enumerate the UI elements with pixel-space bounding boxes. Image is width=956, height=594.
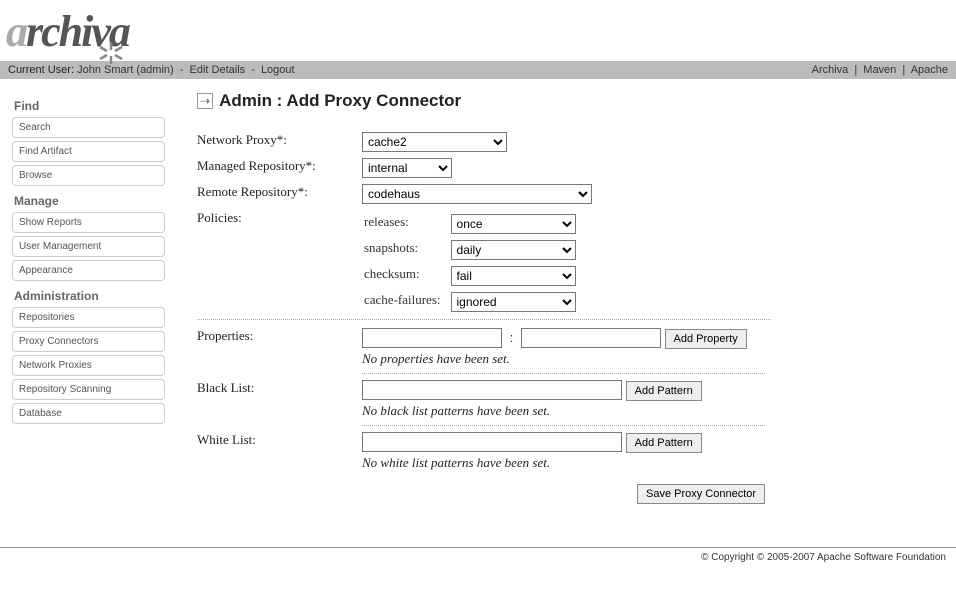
remote-repository-label: Remote Repository*: — [197, 181, 362, 207]
sidebar-item-browse[interactable]: Browse — [12, 165, 165, 186]
add-pattern-white-button[interactable]: Add Pattern — [626, 433, 702, 453]
property-value-input[interactable] — [521, 328, 661, 348]
white-list-input[interactable] — [362, 432, 622, 452]
releases-label: releases: — [364, 212, 449, 236]
checksum-select[interactable]: fail — [451, 266, 576, 286]
archiva-link[interactable]: Archiva — [812, 64, 849, 76]
logo-area: archiva — [0, 0, 956, 61]
no-blacklist-message: No black list patterns have been set. — [362, 403, 765, 426]
sidebar-heading-find: Find — [14, 99, 165, 113]
page-title-text: Admin : Add Proxy Connector — [219, 91, 461, 111]
sidebar-item-appearance[interactable]: Appearance — [12, 260, 165, 281]
no-properties-message: No properties have been set. — [362, 351, 765, 374]
add-pattern-black-button[interactable]: Add Pattern — [626, 381, 702, 401]
edit-details-link[interactable]: Edit Details — [190, 64, 246, 76]
sidebar-item-search[interactable]: Search — [12, 117, 165, 138]
sidebar-item-user-management[interactable]: User Management — [12, 236, 165, 257]
sidebar-item-repositories[interactable]: Repositories — [12, 307, 165, 328]
logo-letter-a: a — [6, 7, 26, 56]
add-property-button[interactable]: Add Property — [665, 329, 747, 349]
cache-failures-select[interactable]: ignored — [451, 292, 576, 312]
page-title: ⇢ Admin : Add Proxy Connector — [197, 91, 936, 111]
remote-repository-select[interactable]: codehaus — [362, 184, 592, 204]
main-content: ⇢ Admin : Add Proxy Connector Network Pr… — [165, 91, 956, 507]
current-user-label: Current User: — [8, 64, 74, 76]
user-bar-left: Current User: John Smart (admin) - Edit … — [8, 64, 295, 76]
no-whitelist-message: No white list patterns have been set. — [362, 455, 765, 471]
user-role: (admin) — [136, 64, 173, 76]
sidebar-item-proxy-connectors[interactable]: Proxy Connectors — [12, 331, 165, 352]
maven-link[interactable]: Maven — [863, 64, 896, 76]
sidebar-heading-manage: Manage — [14, 194, 165, 208]
policies-label: Policies: — [197, 207, 362, 320]
form-table: Network Proxy*: cache2 Managed Repositor… — [197, 129, 771, 507]
checksum-label: checksum: — [364, 264, 449, 288]
property-key-input[interactable] — [362, 328, 502, 348]
sidebar-item-database[interactable]: Database — [12, 403, 165, 424]
separator: | — [854, 64, 857, 76]
releases-select[interactable]: once — [451, 214, 576, 234]
white-list-label: White List: — [197, 429, 362, 474]
snapshots-select[interactable]: daily — [451, 240, 576, 260]
save-proxy-connector-button[interactable]: Save Proxy Connector — [637, 484, 765, 504]
sidebar: Find Search Find Artifact Browse Manage … — [0, 91, 165, 507]
network-proxy-select[interactable]: cache2 — [362, 132, 507, 152]
black-list-input[interactable] — [362, 380, 622, 400]
snapshots-label: snapshots: — [364, 238, 449, 262]
separator: - — [180, 64, 184, 76]
apache-link[interactable]: Apache — [911, 64, 948, 76]
sidebar-heading-administration: Administration — [14, 289, 165, 303]
logo-icon — [96, 40, 126, 69]
logout-link[interactable]: Logout — [261, 64, 295, 76]
black-list-label: Black List: — [197, 377, 362, 429]
user-bar-right: Archiva | Maven | Apache — [812, 64, 948, 76]
managed-repository-select[interactable]: internal — [362, 158, 452, 178]
footer: © Copyright © 2005-2007 Apache Software … — [0, 547, 956, 567]
copyright-text: © Copyright © 2005-2007 Apache Software … — [701, 552, 946, 563]
network-proxy-label: Network Proxy*: — [197, 129, 362, 155]
logo: archiva — [6, 6, 956, 57]
properties-label: Properties: — [197, 320, 362, 378]
sidebar-item-network-proxies[interactable]: Network Proxies — [12, 355, 165, 376]
colon-separator: : — [506, 330, 518, 345]
sidebar-item-show-reports[interactable]: Show Reports — [12, 212, 165, 233]
separator: | — [902, 64, 905, 76]
sidebar-item-find-artifact[interactable]: Find Artifact — [12, 141, 165, 162]
managed-repository-label: Managed Repository*: — [197, 155, 362, 181]
separator: - — [251, 64, 255, 76]
cache-failures-label: cache-failures: — [364, 290, 449, 314]
sidebar-item-repository-scanning[interactable]: Repository Scanning — [12, 379, 165, 400]
user-bar: Current User: John Smart (admin) - Edit … — [0, 61, 956, 79]
expand-icon: ⇢ — [197, 93, 213, 109]
policies-table: releases: once snapshots: daily checksum… — [362, 210, 584, 316]
